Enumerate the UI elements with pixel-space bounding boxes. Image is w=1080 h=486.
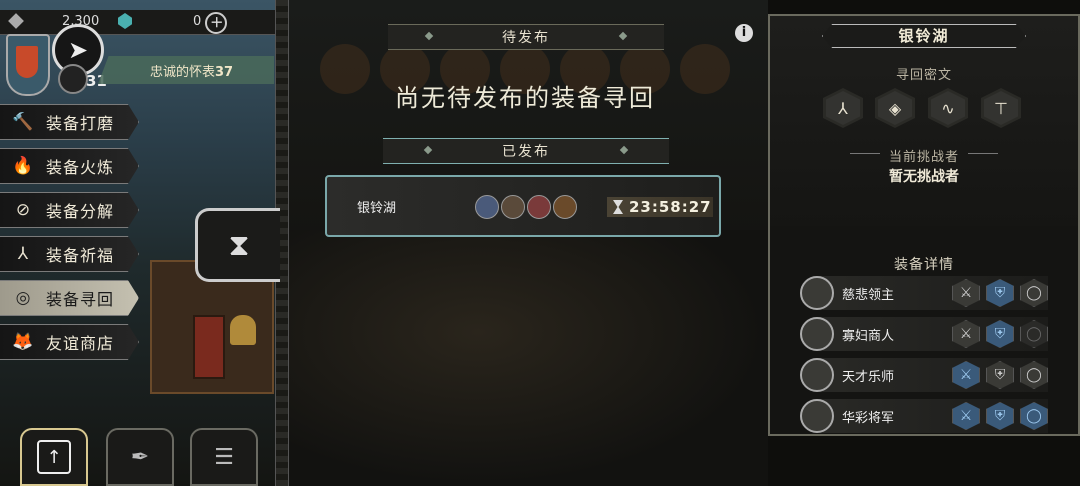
hero-portrait xyxy=(800,399,834,433)
weapon-slot-icon[interactable]: ⚔ xyxy=(952,279,980,307)
menu-item-retrieve[interactable]: ◎ 装备寻回 xyxy=(0,280,139,316)
weapon-slot-icon[interactable]: ⚔ xyxy=(952,320,980,348)
side-menu: 🔨 装备打磨 🔥 装备火炼 ⊘ 装备分解 ⅄ 装备祈福 ◎ 装备寻回 🦊 友谊商店 xyxy=(0,104,160,368)
list-icon: ☰ xyxy=(214,444,234,470)
weapon-slot-icon[interactable]: ⚔ xyxy=(952,361,980,389)
equipment-details-header: 装备详情 xyxy=(894,257,954,273)
pending-empty-text: 尚无待发布的装备寻回 xyxy=(395,84,655,112)
split-icon: ⊘ xyxy=(15,200,31,220)
banner-decoration xyxy=(193,315,225,379)
crystal-icon xyxy=(118,13,132,29)
hero-portrait xyxy=(800,358,834,392)
equipment-row[interactable]: 华彩将军 ⚔ ⛨ ◯ xyxy=(800,399,1048,433)
armor-slot-icon[interactable]: ⛨ xyxy=(986,279,1014,307)
ring-slot-icon[interactable]: ◯ xyxy=(1020,279,1048,307)
resource-bar: 2,300 0 ✕ xyxy=(0,7,275,39)
hourglass-side-button[interactable]: ⧗ xyxy=(195,208,280,282)
hourglass-icon xyxy=(613,200,623,214)
armor-slot-icon[interactable]: ⛨ xyxy=(986,361,1014,389)
hero-portrait-1 xyxy=(475,195,499,219)
hourglass-icon: ⧗ xyxy=(228,227,250,263)
published-quest-row[interactable]: 银铃湖 23:58:27 xyxy=(325,175,721,237)
quill-icon: ✒ xyxy=(130,444,150,470)
menu-item-friendship-shop[interactable]: 🦊 友谊商店 xyxy=(0,324,139,360)
upload-icon: ↑ xyxy=(37,440,71,474)
challenger-value: 暂无挑战者 xyxy=(889,169,959,185)
hero-portrait-3 xyxy=(527,195,551,219)
challenger-label: 当前挑战者 xyxy=(888,150,959,165)
currency-2-value: 0 xyxy=(193,14,202,29)
hero-portrait xyxy=(800,276,834,310)
guild-emblem-icon xyxy=(6,34,50,96)
published-header: 已发布 xyxy=(383,138,669,164)
player-title: 忠诚的怀表37 xyxy=(150,65,234,80)
info-icon[interactable]: i xyxy=(735,24,753,42)
flame-icon: 🔥 xyxy=(12,156,34,176)
retrieve-icon: ◎ xyxy=(15,288,31,308)
hero-portrait xyxy=(800,317,834,351)
equipment-row[interactable]: 天才乐师 ⚔ ⛨ ◯ xyxy=(800,358,1048,392)
equipment-row[interactable]: 慈悲领主 ⚔ ⛨ ◯ xyxy=(800,276,1048,310)
list-button[interactable]: ☰ xyxy=(190,428,258,486)
runes-label: 寻回密文 xyxy=(895,68,952,83)
equipment-row[interactable]: 寡妇商人 ⚔ ⛨ ◯ xyxy=(800,317,1048,351)
add-currency-button[interactable]: ✕ xyxy=(200,7,232,39)
menu-item-polish[interactable]: 🔨 装备打磨 xyxy=(0,104,139,140)
details-panel: 银铃湖 寻回密文 ⅄ ◈ ∿ ⊤ 当前挑战者 暂无挑战者 装备详情 慈悲领主 ⚔… xyxy=(768,14,1080,436)
upload-button[interactable]: ↑ xyxy=(20,428,88,486)
hammer-icon: 🔨 xyxy=(12,112,34,132)
armor-slot-icon[interactable]: ⛨ xyxy=(986,320,1014,348)
back-arrow-icon: ➤ xyxy=(67,36,89,64)
level-badge-icon xyxy=(58,64,88,94)
hands-icon: ⅄ xyxy=(17,244,29,264)
quill-button[interactable]: ✒ xyxy=(106,428,174,486)
hero-portrait-2 xyxy=(501,195,525,219)
weapon-slot-icon[interactable]: ⚔ xyxy=(952,402,980,430)
menu-item-dismantle[interactable]: ⊘ 装备分解 xyxy=(0,192,139,228)
pending-header: 待发布 xyxy=(388,24,664,50)
armor-slot-icon[interactable]: ⛨ xyxy=(986,402,1014,430)
quest-location-name: 银铃湖 xyxy=(357,201,397,216)
location-banner: 银铃湖 xyxy=(822,24,1026,48)
bell-decoration xyxy=(230,315,256,345)
menu-item-forge[interactable]: 🔥 装备火炼 xyxy=(0,148,139,184)
ring-slot-icon[interactable]: ◯ xyxy=(1020,402,1048,430)
hero-portrait-4 xyxy=(553,195,577,219)
quest-timer: 23:58:27 xyxy=(607,197,713,217)
fox-icon: 🦊 xyxy=(12,332,34,352)
ring-slot-icon[interactable]: ◯ xyxy=(1020,361,1048,389)
gem-icon xyxy=(8,13,24,29)
menu-item-bless[interactable]: ⅄ 装备祈福 xyxy=(0,236,139,272)
ring-slot-icon[interactable]: ◯ xyxy=(1020,320,1048,348)
